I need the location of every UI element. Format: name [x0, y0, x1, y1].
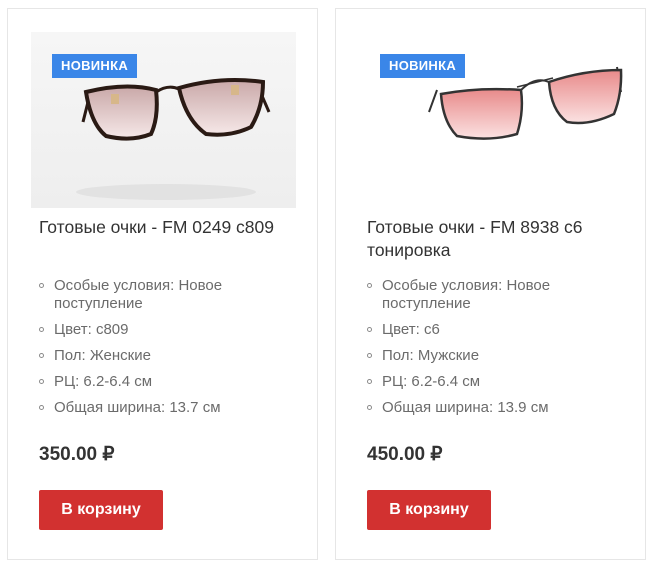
- bullet-icon: [367, 405, 372, 410]
- spec-item: Особые условия: Новое поступление: [39, 277, 299, 313]
- new-badge: НОВИНКА: [52, 54, 138, 78]
- add-to-cart-button[interactable]: В корзину: [39, 490, 163, 530]
- bullet-icon: [39, 379, 44, 384]
- product-price: 450.00 ₽: [367, 444, 443, 465]
- bullet-icon: [367, 353, 372, 358]
- product-specs: Особые условия: Новое поступление Цвет: …: [39, 277, 299, 425]
- product-card: НОВИНКА Готовые очки - FM 8938 c6 тониро…: [335, 8, 646, 560]
- bullet-icon: [39, 327, 44, 332]
- product-title[interactable]: Готовые очки - FM 0249 c809: [39, 216, 289, 239]
- bullet-icon: [39, 353, 44, 358]
- spec-item: Общая ширина: 13.7 см: [39, 399, 299, 417]
- spec-item: РЦ: 6.2-6.4 см: [39, 373, 299, 391]
- product-card: НОВИНКА Готовые очки - FM 0249 c809 Особ…: [7, 8, 318, 560]
- new-badge: НОВИНКА: [380, 54, 466, 78]
- product-specs: Особые условия: Новое поступление Цвет: …: [367, 277, 627, 425]
- spec-item: Цвет: c809: [39, 321, 299, 339]
- spec-item: Цвет: c6: [367, 321, 627, 339]
- bullet-icon: [367, 327, 372, 332]
- spec-item: Пол: Мужские: [367, 347, 627, 365]
- product-image[interactable]: НОВИНКА: [359, 32, 624, 208]
- product-title[interactable]: Готовые очки - FM 8938 c6 тонировка: [367, 216, 617, 262]
- spec-item: Особые условия: Новое поступление: [367, 277, 627, 313]
- bullet-icon: [367, 379, 372, 384]
- bullet-icon: [39, 405, 44, 410]
- spec-item: РЦ: 6.2-6.4 см: [367, 373, 627, 391]
- bullet-icon: [367, 283, 372, 288]
- product-image[interactable]: НОВИНКА: [31, 32, 296, 208]
- spec-item: Пол: Женские: [39, 347, 299, 365]
- add-to-cart-button[interactable]: В корзину: [367, 490, 491, 530]
- bullet-icon: [39, 283, 44, 288]
- spec-item: Общая ширина: 13.9 см: [367, 399, 627, 417]
- product-price: 350.00 ₽: [39, 444, 115, 465]
